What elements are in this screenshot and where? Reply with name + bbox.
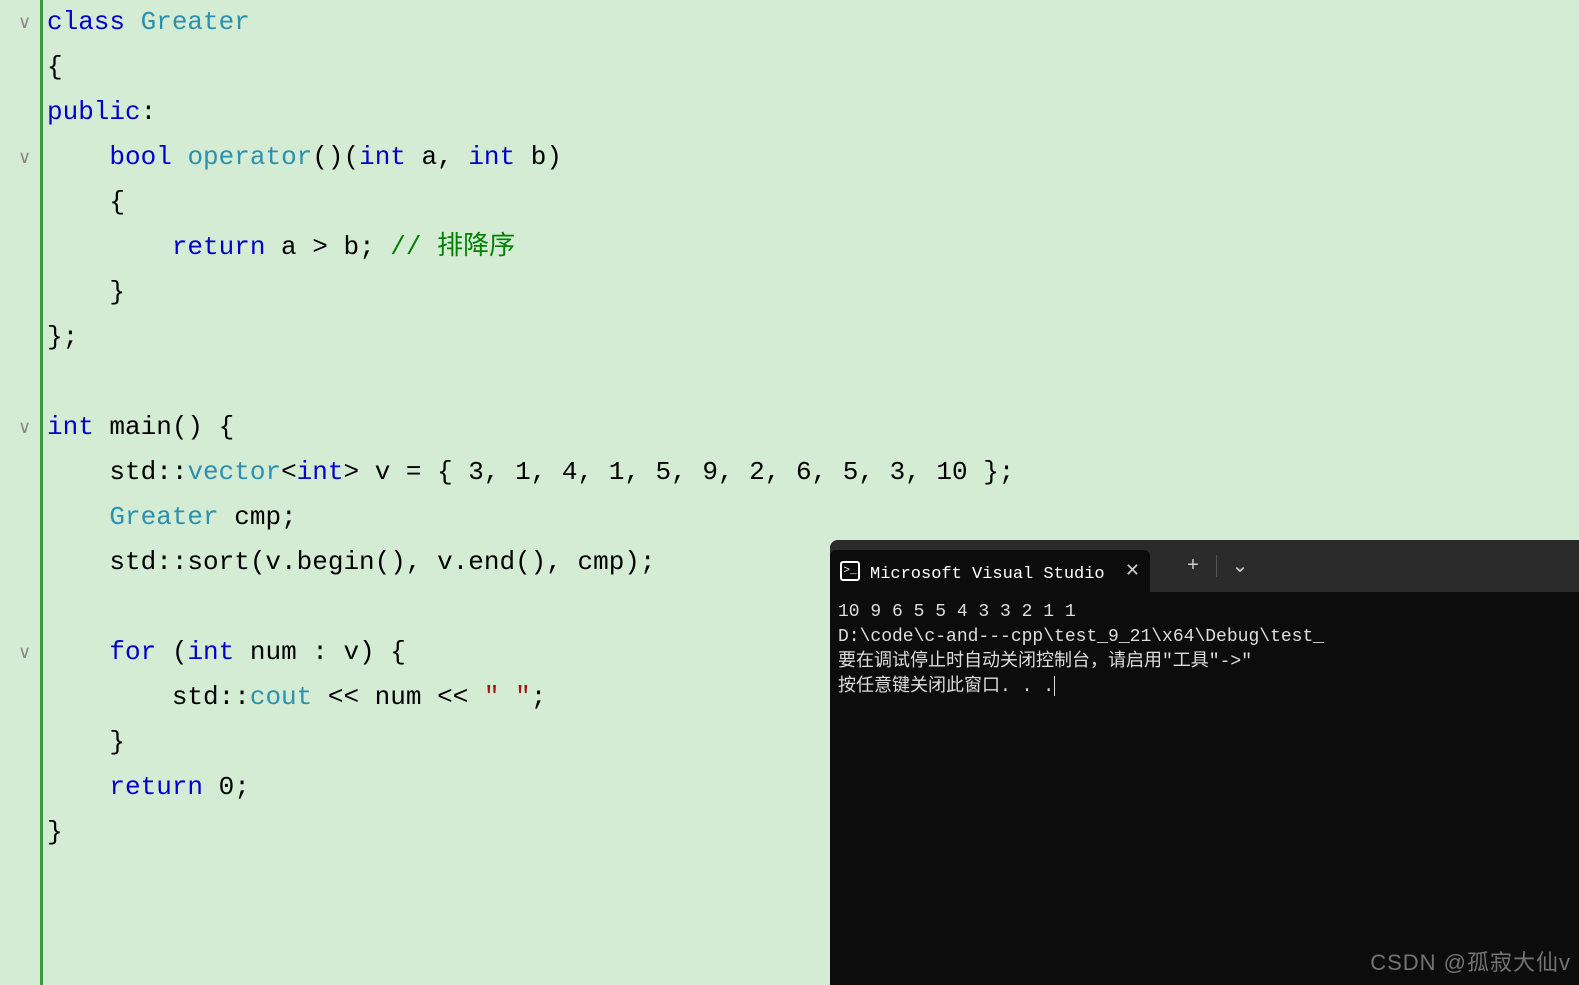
code-line [47,360,1579,405]
cout: cout [250,682,312,712]
keyword-int: int [468,142,515,172]
new-tab-button[interactable]: + [1170,540,1216,592]
keyword-return: return [109,772,203,802]
keyword-bool: bool [109,142,171,172]
keyword-int: int [359,142,406,172]
keyword-int: int [297,457,344,487]
code-line: return a > b; // 排降序 [47,225,1579,270]
close-icon[interactable]: ✕ [1125,560,1140,582]
code-line: int main() { [47,405,1579,450]
output-line: 10 9 6 5 5 4 3 3 2 1 1 [838,602,1076,622]
chevron-down-icon: ⌄ [1232,553,1249,579]
string-literal: " " [484,682,531,712]
fold-icon[interactable]: ∨ [18,147,31,169]
code-line: Greater cmp; [47,495,1579,540]
watermark: CSDN @孤寂大仙v [1370,945,1571,977]
keyword-int: int [187,637,234,667]
code-line: bool operator()(int a, int b) [47,135,1579,180]
fold-icon[interactable]: ∨ [18,417,31,439]
output-line: D:\code\c-and---cpp\test_9_21\x64\Debug\… [838,627,1324,647]
terminal-controls: + ⌄ [1170,540,1263,592]
code-line: public: [47,90,1579,135]
terminal-tab[interactable]: >_ Microsoft Visual Studio 调试控 ✕ [830,550,1150,592]
code-line: class Greater [47,0,1579,45]
gutter: ∨ ∨ ∨ ∨ [0,0,40,985]
keyword-class: class [47,7,125,37]
keyword-return: return [172,232,266,262]
operator-name: operator [187,142,312,172]
code-line: }; [47,315,1579,360]
keyword-int: int [47,412,94,442]
output-line: 要在调试停止时自动关闭控制台，请启用"工具"->" [838,652,1252,672]
keyword-public: public [47,97,141,127]
terminal-tabbar: >_ Microsoft Visual Studio 调试控 ✕ + ⌄ [830,540,1579,592]
keyword-for: for [109,637,156,667]
comment: // 排降序 [390,232,515,262]
terminal-output[interactable]: 10 9 6 5 5 4 3 3 2 1 1 D:\code\c-and---c… [830,592,1579,708]
cursor [1054,676,1055,696]
terminal-tab-title: Microsoft Visual Studio 调试控 [870,558,1115,584]
dropdown-button[interactable]: ⌄ [1217,540,1263,592]
code-line: { [47,45,1579,90]
terminal-icon: >_ [840,561,860,581]
fold-icon[interactable]: ∨ [18,642,31,664]
class-name: Greater [109,502,218,532]
code-line: } [47,270,1579,315]
fold-icon[interactable]: ∨ [18,12,31,34]
terminal-window: >_ Microsoft Visual Studio 调试控 ✕ + ⌄ 10 … [830,540,1579,985]
type-vector: vector [187,457,281,487]
class-name: Greater [141,7,250,37]
code-line: { [47,180,1579,225]
output-line: 按任意键关闭此窗口. . . [838,677,1054,697]
code-line: std::vector<int> v = { 3, 1, 4, 1, 5, 9,… [47,450,1579,495]
